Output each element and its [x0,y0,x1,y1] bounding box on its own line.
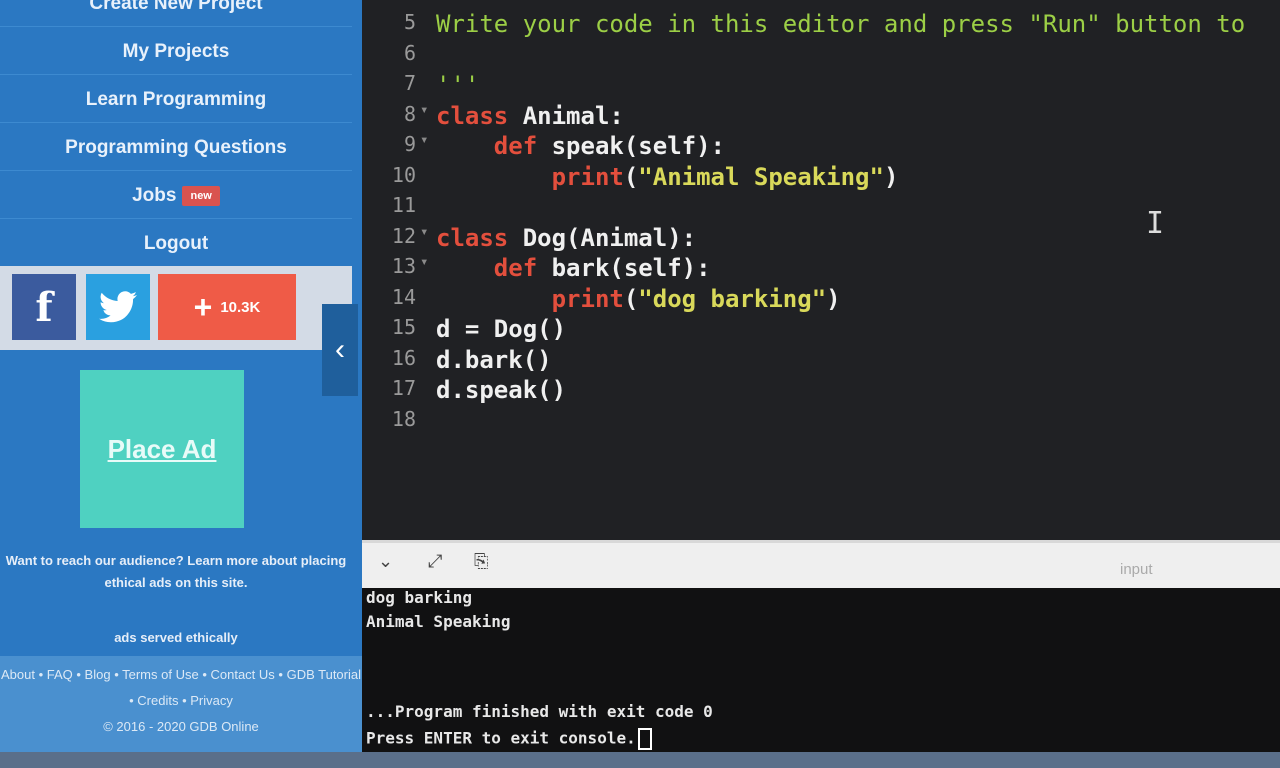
console-toolbar: ⌄ ⤢ ⎘ input [362,540,1280,591]
code-text: Write your code in this editor and press… [436,10,1246,38]
console-line: Press ENTER to exit console. [366,728,636,748]
line-number: 6 [403,40,416,65]
share-count: 10.3K [220,298,261,316]
social-share-row: f + 10.3K [0,266,352,350]
code-text: d.bark() [436,345,552,374]
ad-info-link[interactable]: Want to reach our audience? Learn more a… [0,550,352,594]
footer-link-credits[interactable]: Credits [137,693,178,708]
footer-link-faq[interactable]: FAQ [47,667,73,682]
line-number: 13 [391,254,416,278]
line-number: 5 [403,10,416,34]
line-number: 10 [391,162,416,187]
code-editor[interactable]: 5 Write your code in this editor and pres… [362,0,1280,540]
code-text: ''' [436,71,480,99]
new-badge: new [182,186,220,206]
nav-label: Programming Questions [65,137,287,158]
chevron-down-icon[interactable]: ⌄ [378,551,393,572]
footer-link-blog[interactable]: Blog [85,667,111,682]
line-number: 7 [403,71,416,95]
ads-served-ethically[interactable]: ads served ethically [0,630,352,645]
nav-learn-programming[interactable]: Learn Programming [0,78,352,123]
twitter-icon [99,291,137,323]
nav-programming-questions[interactable]: Programming Questions [0,126,352,171]
line-number: 11 [391,193,416,217]
facebook-icon: f [35,283,53,331]
line-number: 18 [391,406,416,431]
chevron-left-icon: ‹ [335,333,345,366]
footer-link-terms[interactable]: Terms of Use [122,667,199,682]
console-output[interactable]: dog barking Animal Speaking ...Program f… [362,588,1280,768]
input-tab[interactable]: input [1120,561,1153,578]
nav-label: Jobs [132,185,177,206]
line-number: 15 [391,315,416,339]
facebook-button[interactable]: f [12,274,76,340]
console-prompt-line: Press ENTER to exit console. [366,728,652,750]
line-number: 12 [391,223,416,248]
nav-my-projects[interactable]: My Projects [0,30,352,75]
line-number: 16 [391,345,416,370]
nav-logout[interactable]: Logout [0,222,352,267]
code-text: print("Animal Speaking") [551,162,899,191]
nav-label: Learn Programming [85,89,267,110]
expand-icon[interactable]: ⤢ [428,551,442,572]
fold-icon[interactable]: ▾ [420,102,428,118]
console-line: Animal Speaking [366,612,511,631]
sidebar: Create New Project My Projects Learn Pro… [0,0,362,768]
code-text: class Animal: [436,101,624,130]
share-count-button[interactable]: + 10.3K [158,274,296,340]
nav-label: Logout [143,233,209,254]
nav-label: My Projects [122,41,230,62]
twitter-button[interactable] [86,274,150,340]
copy-icon[interactable]: ⎘ [474,551,488,572]
code-text: print("dog barking") [551,284,841,313]
footer: About • FAQ • Blog • Terms of Use • Cont… [0,656,362,752]
footer-link-contact[interactable]: Contact Us [210,667,274,682]
code-text: d.speak() [436,376,567,404]
terminal-cursor [637,728,652,750]
text-cursor-icon: I [1146,206,1165,241]
footer-link-gdb-tutorial[interactable]: GDB Tutorial [287,667,361,682]
nav-create-new-project[interactable]: Create New Project [0,0,352,27]
copyright: © 2016 - 2020 GDB Online [103,719,259,734]
nav-jobs[interactable]: Jobs new [0,174,352,219]
fold-icon[interactable]: ▾ [420,132,428,148]
code-text: class Dog(Animal): [436,223,697,252]
line-number: 8 [403,101,416,126]
footer-link-about[interactable]: About [1,667,35,682]
footer-link-privacy[interactable]: Privacy [190,693,233,708]
code-text: def speak(self): [493,132,725,160]
plus-icon: + [193,288,213,325]
line-number: 9 [403,132,416,156]
line-number: 14 [391,284,416,309]
console-line: dog barking [366,588,472,607]
code-text: d = Dog() [436,315,567,343]
place-ad-label: Place Ad [107,433,217,464]
place-ad-button[interactable]: Place Ad [80,370,244,528]
code-text: def bark(self): [493,254,711,282]
fold-icon[interactable]: ▾ [420,254,428,270]
taskbar [0,752,1280,768]
fold-icon[interactable]: ▾ [420,224,428,240]
collapse-sidebar-button[interactable]: ‹ [322,304,358,396]
console-line: ...Program finished with exit code 0 [366,702,713,721]
line-number: 17 [391,376,416,400]
nav-label: Create New Project [89,0,263,14]
